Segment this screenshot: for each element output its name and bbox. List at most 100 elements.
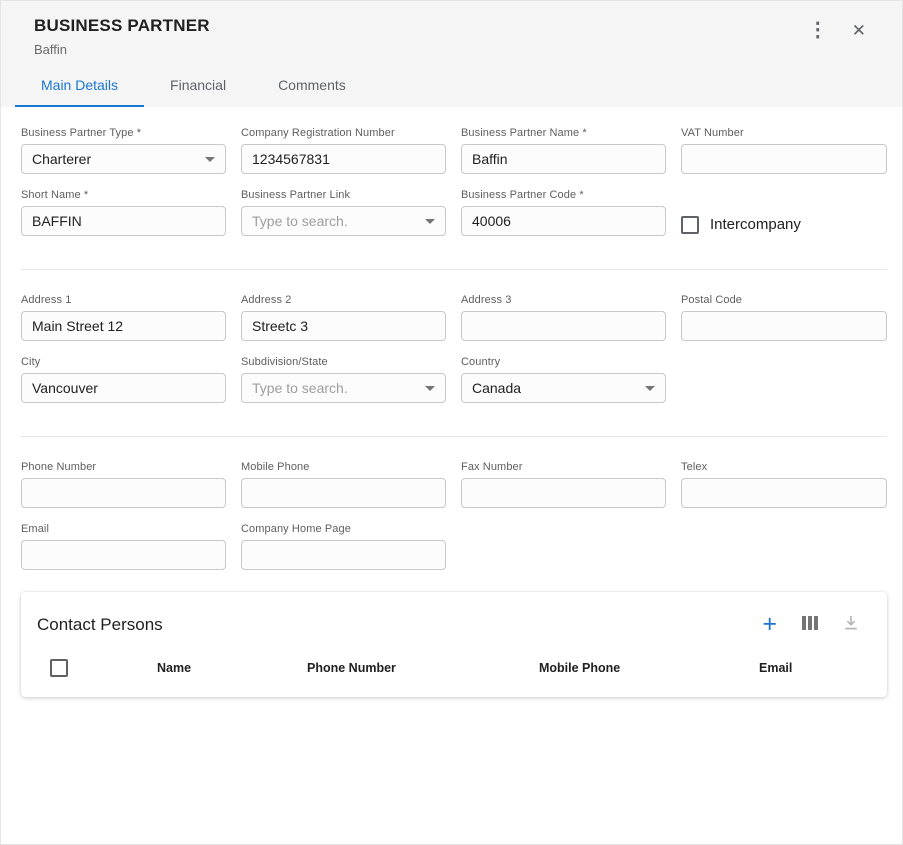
field-address-2: Address 2 <box>241 294 446 341</box>
field-label: VAT Number <box>681 127 887 139</box>
intercompany-checkbox[interactable] <box>681 216 699 234</box>
field-business-partner-code: Business Partner Code * <box>461 189 666 236</box>
column-header-email: Email <box>759 661 871 675</box>
field-phone-number: Phone Number <box>21 461 226 508</box>
field-intercompany: Intercompany <box>681 213 887 236</box>
field-label: Mobile Phone <box>241 461 446 473</box>
field-fax-number: Fax Number <box>461 461 666 508</box>
address-2-input[interactable] <box>241 311 446 341</box>
header-text: BUSINESS PARTNER Baffin <box>34 16 210 57</box>
field-label: Short Name * <box>21 189 226 201</box>
field-short-name: Short Name * <box>21 189 226 236</box>
business-partner-link-select[interactable]: Type to search. <box>241 206 446 236</box>
field-label: Telex <box>681 461 887 473</box>
short-name-input[interactable] <box>21 206 226 236</box>
postal-code-input[interactable] <box>681 311 887 341</box>
placeholder-text: Type to search. <box>252 213 348 229</box>
field-label: Address 3 <box>461 294 666 306</box>
field-label: Business Partner Name * <box>461 127 666 139</box>
page-title: BUSINESS PARTNER <box>34 16 210 36</box>
field-label: Business Partner Type * <box>21 127 226 139</box>
contact-persons-title: Contact Persons <box>37 615 163 635</box>
company-registration-number-input[interactable] <box>241 144 446 174</box>
intercompany-label: Intercompany <box>710 216 801 233</box>
section-divider <box>21 269 887 270</box>
field-label: Address 1 <box>21 294 226 306</box>
field-label: Country <box>461 356 666 368</box>
telex-input[interactable] <box>681 478 887 508</box>
kebab-menu-icon[interactable]: ⋮ <box>808 20 828 40</box>
city-input[interactable] <box>21 373 226 403</box>
business-partner-name-input[interactable] <box>461 144 666 174</box>
field-telex: Telex <box>681 461 887 508</box>
field-city: City <box>21 356 226 403</box>
selected-value: Charterer <box>32 151 91 167</box>
column-header-mobile-phone: Mobile Phone <box>539 661 759 675</box>
selected-value: Canada <box>472 380 521 396</box>
field-label: City <box>21 356 226 368</box>
field-business-partner-type: Business Partner Type * Charterer <box>21 127 226 174</box>
contact-persons-table-header: Name Phone Number Mobile Phone Email <box>21 645 887 697</box>
country-select[interactable]: Canada <box>461 373 666 403</box>
field-label: Business Partner Code * <box>461 189 666 201</box>
company-home-page-input[interactable] <box>241 540 446 570</box>
field-company-home-page: Company Home Page <box>241 523 446 570</box>
page-subtitle: Baffin <box>34 42 210 57</box>
field-vat-number: VAT Number <box>681 127 887 174</box>
chevron-down-icon <box>425 386 435 391</box>
field-label: Business Partner Link <box>241 189 446 201</box>
select-all-cell <box>37 659 157 677</box>
field-label: Company Registration Number <box>241 127 446 139</box>
email-input[interactable] <box>21 540 226 570</box>
fax-number-input[interactable] <box>461 478 666 508</box>
placeholder-text: Type to search. <box>252 380 348 396</box>
header-actions: ⋮ ✕ <box>808 20 866 40</box>
section-divider <box>21 436 887 437</box>
contact-persons-actions: + <box>762 612 859 637</box>
address-1-input[interactable] <box>21 311 226 341</box>
tab-financial[interactable]: Financial <box>144 65 252 107</box>
tab-main-details[interactable]: Main Details <box>15 65 144 107</box>
close-icon[interactable]: ✕ <box>852 22 866 39</box>
field-label: Subdivision/State <box>241 356 446 368</box>
field-label: Company Home Page <box>241 523 446 535</box>
chevron-down-icon <box>205 157 215 162</box>
address-3-input[interactable] <box>461 311 666 341</box>
field-label: Phone Number <box>21 461 226 473</box>
field-email: Email <box>21 523 226 570</box>
contact-info-section: Phone Number Mobile Phone Fax Number Tel… <box>21 461 887 570</box>
address-section: Address 1 Address 2 Address 3 Postal Cod… <box>21 294 887 403</box>
phone-number-input[interactable] <box>21 478 226 508</box>
field-business-partner-link: Business Partner Link Type to search. <box>241 189 446 236</box>
identity-section: Business Partner Type * Charterer Compan… <box>21 127 887 236</box>
tab-comments[interactable]: Comments <box>252 65 372 107</box>
chevron-down-icon <box>645 386 655 391</box>
contact-persons-card: Contact Persons + <box>21 592 887 697</box>
field-label: Address 2 <box>241 294 446 306</box>
field-label: Postal Code <box>681 294 887 306</box>
field-business-partner-name: Business Partner Name * <box>461 127 666 174</box>
subdivision-state-select[interactable]: Type to search. <box>241 373 446 403</box>
business-partner-code-input[interactable] <box>461 206 666 236</box>
download-icon[interactable] <box>843 615 859 633</box>
field-subdivision-state: Subdivision/State Type to search. <box>241 356 446 403</box>
contact-persons-header: Contact Persons + <box>21 592 887 645</box>
business-partner-type-select[interactable]: Charterer <box>21 144 226 174</box>
add-contact-person-icon[interactable]: + <box>762 612 777 637</box>
tab-bar: Main Details Financial Comments <box>1 65 902 107</box>
mobile-phone-input[interactable] <box>241 478 446 508</box>
field-postal-code: Postal Code <box>681 294 887 341</box>
field-mobile-phone: Mobile Phone <box>241 461 446 508</box>
field-address-1: Address 1 <box>21 294 226 341</box>
field-label: Email <box>21 523 226 535</box>
main-details-panel: Business Partner Type * Charterer Compan… <box>1 107 902 697</box>
vat-number-input[interactable] <box>681 144 887 174</box>
business-partner-dialog: BUSINESS PARTNER Baffin ⋮ ✕ Main Details… <box>0 0 903 845</box>
chevron-down-icon <box>425 219 435 224</box>
field-company-registration-number: Company Registration Number <box>241 127 446 174</box>
column-settings-icon[interactable] <box>801 615 819 633</box>
field-country: Country Canada <box>461 356 666 403</box>
select-all-checkbox[interactable] <box>50 659 68 677</box>
column-header-name: Name <box>157 661 307 675</box>
field-label: Fax Number <box>461 461 666 473</box>
